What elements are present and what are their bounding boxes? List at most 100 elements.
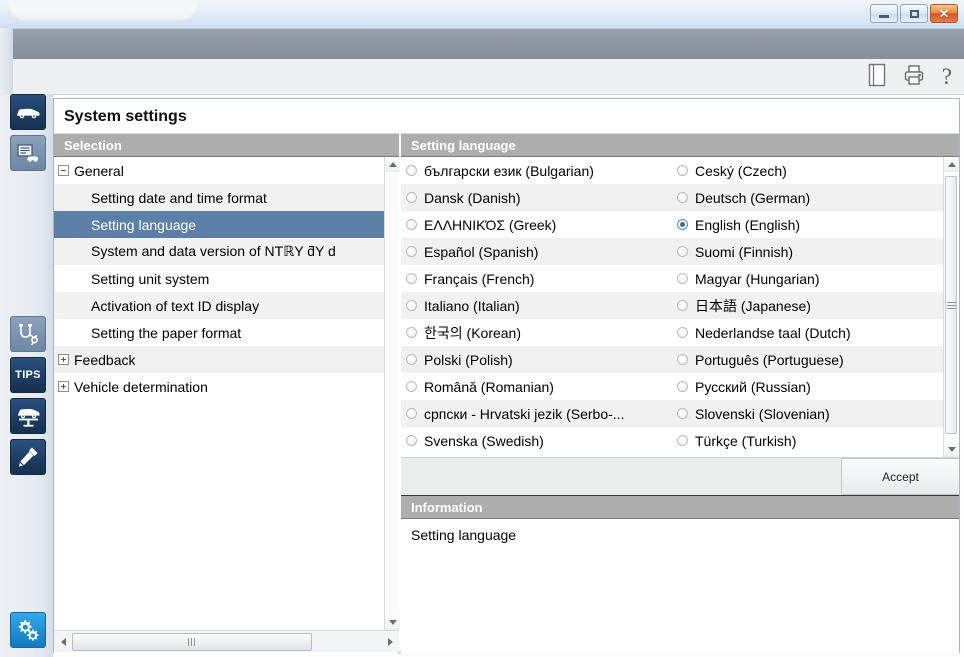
radio-button-icon[interactable] [677,246,688,257]
language-option[interactable]: Slovenski (Slovenian) [672,400,943,427]
chevron-up-icon [948,162,956,167]
tree-item-vehicle-determination[interactable]: Vehicle determination [54,373,384,400]
documents-icon[interactable] [10,135,46,171]
language-scroll-down-button[interactable] [944,442,959,457]
tree-scroll-up-button[interactable] [385,157,400,172]
tree-item-activation-of-text-id-display[interactable]: Activation of text ID display [54,292,384,319]
language-option[interactable]: Türkçe (Turkish) [672,427,943,454]
language-option[interactable]: Français (French) [401,265,672,292]
radio-button-icon[interactable] [677,327,688,338]
radio-button-icon[interactable] [677,408,688,419]
maximize-icon [910,10,919,18]
tree-hscroll-track[interactable] [72,632,381,652]
language-option[interactable]: Nederlandse taal (Dutch) [672,319,943,346]
tree-item-feedback[interactable]: Feedback [54,346,384,373]
tree-scroll-left-button[interactable] [54,632,72,652]
radio-button-icon[interactable] [677,381,688,392]
collapse-icon[interactable] [58,165,69,176]
language-row: 한국의 (Korean)Nederlandse taal (Dutch) [401,319,943,346]
radio-button-icon[interactable] [677,435,688,446]
language-vscroll-track[interactable] [944,172,958,442]
tree-item-setting-the-paper-format[interactable]: Setting the paper format [54,319,384,346]
language-options[interactable]: български език (Bulgarian) Ceský (Czech) D… [401,157,943,454]
radio-button-icon[interactable] [677,219,688,230]
language-option[interactable]: Magyar (Hungarian) [672,265,943,292]
language-option[interactable]: Русский (Russian) [672,373,943,400]
radio-button-icon[interactable] [406,219,417,230]
language-row: Italiano (Italian)日本語 (Japanese) [401,292,943,319]
language-option[interactable]: 日本語 (Japanese) [672,292,943,319]
language-scroll-up-button[interactable] [944,157,959,172]
diagnostics-icon[interactable] [10,316,46,352]
radio-button-icon[interactable] [677,300,688,311]
language-label: Română (Romanian) [424,379,554,395]
printer-icon[interactable] [903,64,925,89]
language-label: Ceský (Czech) [695,163,787,179]
vehicle-lift-icon[interactable] [10,398,46,434]
tree-item-setting-date-and-time-format[interactable]: Setting date and time format [54,184,384,211]
tree-item-setting-language[interactable]: Setting language [54,211,384,238]
language-option[interactable]: Ceský (Czech) [672,157,943,184]
document-icon[interactable] [868,63,886,90]
tree-item-label: System and data version of ΝΤℝY ƌY d [74,243,336,260]
radio-button-icon[interactable] [677,165,688,176]
radio-button-icon[interactable] [406,192,417,203]
language-vertical-scrollbar[interactable] [943,157,958,457]
expand-icon[interactable] [58,354,69,365]
language-vscroll-thumb[interactable] [945,176,957,434]
maximize-button[interactable] [900,4,928,23]
radio-button-icon[interactable] [406,327,417,338]
selection-tree[interactable]: GeneralSetting date and time formatSetti… [54,157,384,630]
language-option[interactable]: Polski (Polish) [401,346,672,373]
tree-item-setting-unit-system[interactable]: Setting unit system [54,265,384,292]
radio-button-icon[interactable] [677,354,688,365]
language-label: Svenska (Swedish) [424,433,544,449]
language-option[interactable]: Dansk (Danish) [401,184,672,211]
radio-button-icon[interactable] [406,435,417,446]
help-icon[interactable]: ? [942,64,952,90]
language-label: Français (French) [424,271,534,287]
vehicle-icon[interactable] [10,94,46,130]
radio-button-icon[interactable] [677,192,688,203]
language-label: Português (Portuguese) [695,352,844,368]
radio-button-icon[interactable] [406,273,417,284]
language-list-panel: български език (Bulgarian) Ceský (Czech) D… [401,157,959,457]
minimize-button[interactable] [870,4,898,23]
tree-item-system-and-data-version-of-y-y-d[interactable]: System and data version of ΝΤℝY ƌY d [54,238,384,265]
language-option[interactable]: Svenska (Swedish) [401,427,672,454]
radio-button-icon[interactable] [406,246,417,257]
language-option[interactable]: Română (Romanian) [401,373,672,400]
radio-button-icon[interactable] [406,381,417,392]
language-option[interactable]: български език (Bulgarian) [401,157,672,184]
radio-button-icon[interactable] [406,408,417,419]
tree-hscroll-thumb[interactable] [72,633,312,651]
language-option[interactable]: српски - Hrvatski jezik (Serbo-... [401,400,672,427]
language-option[interactable]: Español (Spanish) [401,238,672,265]
radio-button-icon[interactable] [406,354,417,365]
language-option[interactable]: English (English) [672,211,943,238]
language-label: Polski (Polish) [424,352,513,368]
tree-horizontal-scrollbar[interactable] [54,630,399,652]
language-option[interactable]: ΕΛΛHNIKΌΣ (Greek) [401,211,672,238]
tree-item-general[interactable]: General [54,157,384,184]
language-row: Español (Spanish)Suomi (Finnish) [401,238,943,265]
tree-scroll-down-button[interactable] [385,615,400,630]
tree-vertical-scrollbar[interactable] [384,157,399,630]
language-option[interactable]: Suomi (Finnish) [672,238,943,265]
tips-icon[interactable]: TIPS [10,357,46,393]
radio-button-icon[interactable] [406,300,417,311]
information-header: Information [401,496,959,519]
accept-button[interactable]: Accept [841,458,959,495]
close-button[interactable]: ✕ [930,4,958,23]
language-option[interactable]: Italiano (Italian) [401,292,672,319]
expand-icon[interactable] [58,381,69,392]
language-option[interactable]: 한국의 (Korean) [401,319,672,346]
radio-button-icon[interactable] [406,165,417,176]
radio-button-icon[interactable] [677,273,688,284]
language-option[interactable]: Português (Portuguese) [672,346,943,373]
settings-gears-icon[interactable] [10,612,46,648]
tree-scroll-right-button[interactable] [381,632,399,652]
toolbar: ? [13,59,964,95]
measurement-icon[interactable] [10,439,46,475]
language-option[interactable]: Deutsch (German) [672,184,943,211]
